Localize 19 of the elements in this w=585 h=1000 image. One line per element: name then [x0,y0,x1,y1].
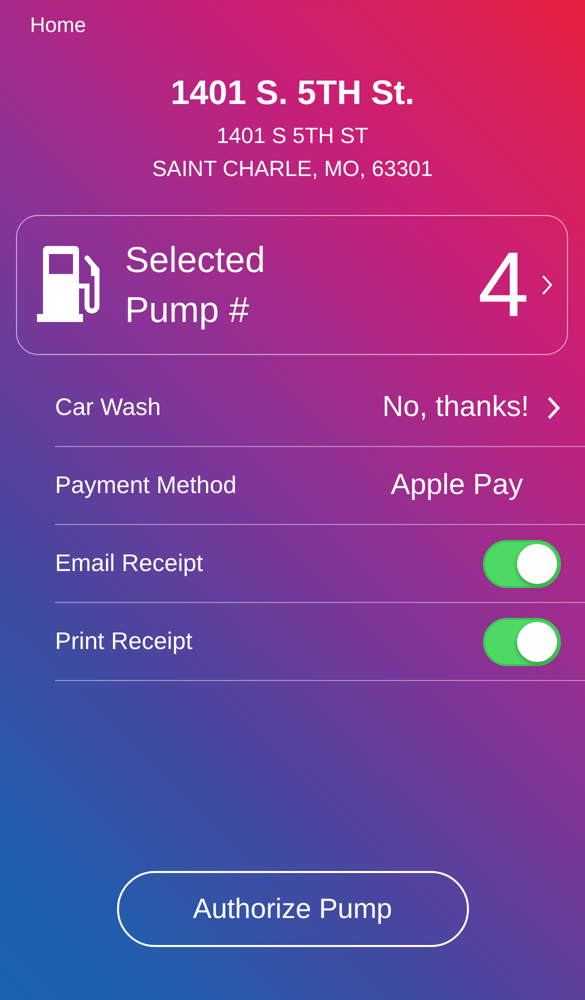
pump-label: Selected [125,238,266,282]
row-label: Print Receipt [55,628,192,656]
station-address: 1401 S 5TH ST [216,122,370,150]
row-label: Payment Method [55,472,236,500]
pump-label: Pump # [125,288,250,332]
toggle-switch[interactable] [483,540,561,588]
authorize-button[interactable]: Authorize Pump [116,871,468,947]
row-label: Car Wash [55,394,161,422]
pump-selector[interactable]: Selected Pump # 4 [16,215,568,355]
chevron-icon [547,396,561,420]
station-name: 1401 S. 5TH St. [170,74,416,113]
row-label: Email Receipt [55,550,204,578]
row-value: Apple Pay [390,469,523,502]
station-address: SAINT CHARLE, MO, 63301 [151,155,434,183]
home-link[interactable]: Home [30,14,86,37]
toggle-switch[interactable] [483,618,561,666]
car-wash-option[interactable]: No, thanks! [382,391,561,424]
chevron-icon [541,274,553,296]
pump-number: 4 [478,239,529,331]
